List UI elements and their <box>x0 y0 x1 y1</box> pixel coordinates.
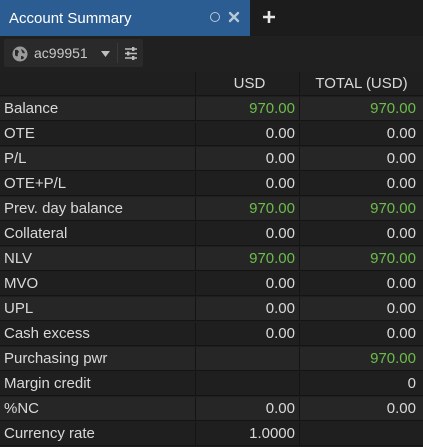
table-row[interactable]: Currency rate 1.0000 <box>0 422 423 447</box>
row-label: OTE+P/L <box>0 172 196 196</box>
table-row[interactable]: Purchasing pwr 970.00 <box>0 347 423 372</box>
table-row[interactable]: UPL 0.00 0.00 <box>0 297 423 322</box>
tab-account-summary[interactable]: Account Summary <box>0 0 250 36</box>
account-selector[interactable]: ac99951 <box>4 39 143 67</box>
row-label: NLV <box>0 247 196 271</box>
usd-value: 0.00 <box>196 272 300 296</box>
total-value: 970.00 <box>300 97 423 121</box>
toolbar: ac99951 <box>0 36 423 72</box>
tab-title: Account Summary <box>9 10 132 27</box>
total-value: 970.00 <box>300 247 423 271</box>
total-value: 0.00 <box>300 322 423 346</box>
sliders-icon[interactable] <box>124 47 138 60</box>
total-value: 0.00 <box>300 147 423 171</box>
row-label: UPL <box>0 297 196 321</box>
row-label: %NC <box>0 397 196 421</box>
row-label: P/L <box>0 147 196 171</box>
tab-bar: Account Summary <box>0 0 423 36</box>
table-row[interactable]: P/L 0.00 0.00 <box>0 147 423 172</box>
usd-value: 970.00 <box>196 197 300 221</box>
usd-value: 0.00 <box>196 122 300 146</box>
total-value: 0.00 <box>300 172 423 196</box>
table-row[interactable]: NLV 970.00 970.00 <box>0 247 423 272</box>
usd-value: 0.00 <box>196 222 300 246</box>
table-body: Balance 970.00 970.00 OTE 0.00 0.00 P/L 0.00 0.0… <box>0 97 423 447</box>
total-value: 970.00 <box>300 347 423 371</box>
account-label: ac99951 <box>34 45 88 61</box>
table-row[interactable]: Balance 970.00 970.00 <box>0 97 423 122</box>
usd-value: 0.00 <box>196 172 300 196</box>
table-row[interactable]: OTE 0.00 0.00 <box>0 122 423 147</box>
total-value: 0.00 <box>300 297 423 321</box>
row-label: Currency rate <box>0 422 196 446</box>
header-label <box>0 72 196 96</box>
summary-grid: USD TOTAL (USD) Balance 970.00 970.00 OTE 0.… <box>0 72 423 447</box>
usd-value: 0.00 <box>196 397 300 421</box>
usd-value <box>196 347 300 371</box>
row-label: Collateral <box>0 222 196 246</box>
total-value: 0 <box>300 372 423 396</box>
header-row: USD TOTAL (USD) <box>0 72 423 97</box>
usd-value: 0.00 <box>196 147 300 171</box>
circle-icon[interactable] <box>210 12 220 22</box>
row-label: Purchasing pwr <box>0 347 196 371</box>
table-row[interactable]: Collateral 0.00 0.00 <box>0 222 423 247</box>
chevron-down-icon[interactable] <box>101 51 110 57</box>
total-value: 0.00 <box>300 122 423 146</box>
row-label: MVO <box>0 272 196 296</box>
table-row[interactable]: Prev. day balance 970.00 970.00 <box>0 197 423 222</box>
table-row[interactable]: OTE+P/L 0.00 0.00 <box>0 172 423 197</box>
usd-value: 970.00 <box>196 247 300 271</box>
row-label: Balance <box>0 97 196 121</box>
plus-icon[interactable] <box>262 8 276 26</box>
row-label: Prev. day balance <box>0 197 196 221</box>
table-row[interactable]: Margin credit 0 <box>0 372 423 397</box>
header-usd[interactable]: USD <box>196 72 300 96</box>
total-value: 0.00 <box>300 397 423 421</box>
divider <box>117 43 118 63</box>
total-value <box>300 422 423 446</box>
usd-value: 1.0000 <box>196 422 300 446</box>
globe-icon <box>12 46 28 62</box>
close-icon[interactable] <box>228 9 240 25</box>
row-label: Cash excess <box>0 322 196 346</box>
total-value: 970.00 <box>300 197 423 221</box>
table-row[interactable]: MVO 0.00 0.00 <box>0 272 423 297</box>
usd-value: 0.00 <box>196 322 300 346</box>
table-row[interactable]: Cash excess 0.00 0.00 <box>0 322 423 347</box>
total-value: 0.00 <box>300 222 423 246</box>
table-row[interactable]: %NC 0.00 0.00 <box>0 397 423 422</box>
usd-value: 0.00 <box>196 297 300 321</box>
usd-value: 970.00 <box>196 97 300 121</box>
header-total[interactable]: TOTAL (USD) <box>300 72 423 96</box>
row-label: OTE <box>0 122 196 146</box>
row-label: Margin credit <box>0 372 196 396</box>
total-value: 0.00 <box>300 272 423 296</box>
usd-value <box>196 372 300 396</box>
